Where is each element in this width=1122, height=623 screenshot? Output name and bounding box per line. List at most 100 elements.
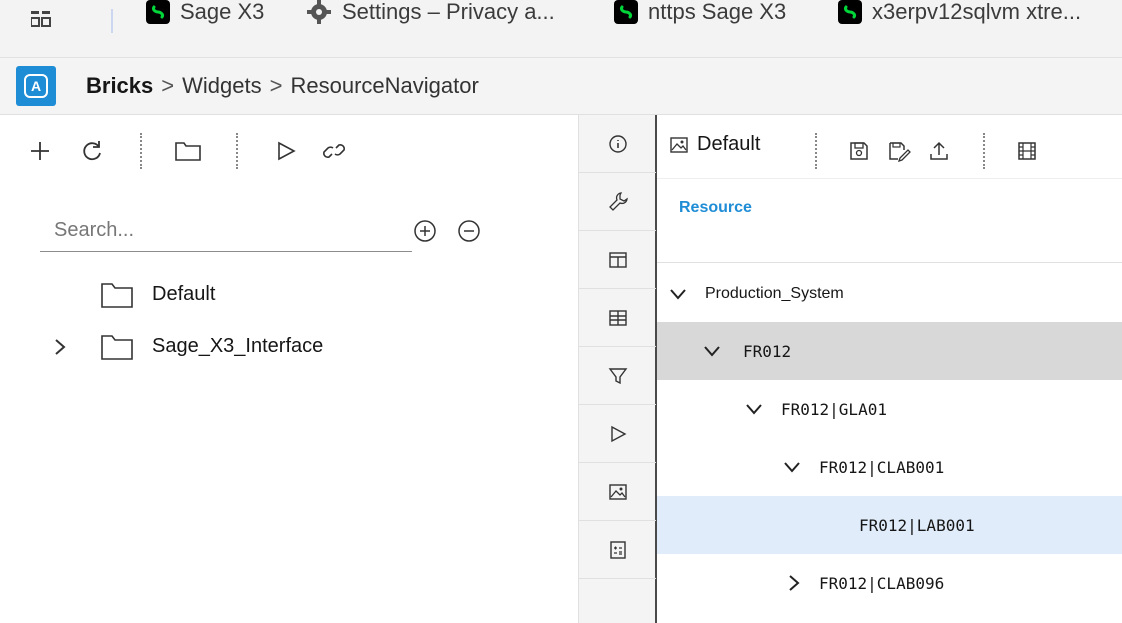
resource-tabs: Resource: [657, 179, 1122, 263]
tool-rail: [578, 115, 657, 623]
folder-icon: [175, 142, 201, 161]
tab-separator: [111, 9, 113, 33]
rail-calculator-button[interactable]: [579, 521, 656, 579]
rail-info-button[interactable]: [579, 115, 656, 173]
resource-row[interactable]: FR012|GLA01: [657, 380, 1122, 438]
upload-icon: [930, 141, 948, 160]
save-button[interactable]: [843, 135, 875, 167]
search-field: [40, 210, 412, 252]
play-icon: [278, 141, 296, 161]
tree-item-label: Sage_X3_Interface: [152, 335, 324, 357]
chevron-down-icon[interactable]: [703, 344, 721, 358]
wrench-icon: [608, 191, 628, 211]
chevron-down-icon[interactable]: [783, 460, 801, 474]
resource-label: FR012|CLAB001: [819, 458, 945, 477]
refresh-icon: [83, 141, 101, 161]
browser-tab-x3erp[interactable]: x3erpv12sqlvm xtre...: [838, 0, 1081, 32]
upload-button[interactable]: [923, 135, 955, 167]
table-icon: [608, 309, 627, 326]
toolbar-divider: [236, 133, 238, 169]
breadcrumb-current: ResourceNavigator: [290, 73, 479, 98]
plus-icon: [31, 142, 49, 160]
tree-item-sage-x3-interface[interactable]: Sage_X3_Interface: [0, 327, 578, 367]
browser-tab-sage[interactable]: Sage X3: [146, 0, 264, 32]
right-panel: Default Resource Production_System FR012…: [657, 115, 1122, 623]
rail-table-button[interactable]: [579, 289, 656, 347]
right-toolbar: Default: [657, 115, 1122, 179]
tab-resource[interactable]: Resource: [679, 199, 752, 217]
calculator-icon: [609, 540, 626, 559]
link-icon: [323, 144, 345, 158]
folder-icon: [101, 283, 133, 308]
expand-all-icon[interactable]: [412, 218, 438, 244]
resource-row[interactable]: FR012|CLAB096: [657, 554, 1122, 612]
info-icon: [608, 134, 627, 153]
save-icon: [850, 142, 868, 160]
app-logo[interactable]: A: [16, 66, 56, 106]
link-button[interactable]: [318, 135, 350, 167]
tree-item-default[interactable]: Default: [0, 275, 578, 315]
gear-icon: [307, 0, 331, 24]
search-input[interactable]: [40, 210, 412, 251]
save-edit-icon: [889, 142, 911, 162]
resource-label: FR012|CLAB096: [819, 574, 945, 593]
tab-label: Settings – Privacy a...: [342, 0, 555, 24]
tab-label: nttps Sage X3: [648, 0, 787, 24]
run-button[interactable]: [270, 135, 302, 167]
toolbar-divider: [983, 133, 985, 169]
add-button[interactable]: [24, 135, 56, 167]
new-folder-button[interactable]: [172, 135, 204, 167]
tab-label: Sage X3: [180, 0, 265, 24]
app-header: A Bricks > Widgets > ResourceNavigator: [0, 58, 1122, 115]
resource-label: FR012: [743, 342, 792, 361]
rail-settings-button[interactable]: [579, 173, 656, 231]
resource-row-highlighted[interactable]: FR012|LAB001: [657, 496, 1122, 554]
refresh-button[interactable]: [76, 135, 108, 167]
rail-more-button[interactable]: [579, 579, 656, 623]
browser-tab-https-sage[interactable]: nttps Sage X3: [614, 0, 786, 32]
filter-icon: [608, 367, 627, 384]
play-icon: [610, 425, 626, 442]
layout-icon: [608, 251, 627, 268]
save-as-button[interactable]: [883, 135, 915, 167]
breadcrumb-separator: >: [269, 73, 283, 98]
app-logo-letter: A: [24, 74, 48, 98]
browser-tab-strip: Sage X3 Settings – Privacy a... nttps Sa…: [0, 0, 1122, 58]
image-icon: [608, 483, 627, 500]
chevron-down-icon[interactable]: [669, 287, 687, 301]
view-selector[interactable]: Default: [669, 133, 760, 156]
breadcrumb: Bricks > Widgets > ResourceNavigator: [86, 73, 479, 99]
rail-filter-button[interactable]: [579, 347, 656, 405]
view-selector-label: Default: [697, 133, 761, 155]
image-icon: [670, 136, 688, 153]
chevron-right-icon[interactable]: [50, 337, 70, 357]
tab-groups-icon[interactable]: [31, 9, 51, 29]
resource-label: FR012|GLA01: [781, 400, 887, 419]
tab-label: x3erpv12sqlvm xtre...: [872, 0, 1082, 24]
breadcrumb-widgets[interactable]: Widgets: [182, 73, 261, 99]
resource-row[interactable]: FR012|CLAB001: [657, 438, 1122, 496]
chevron-down-icon[interactable]: [745, 402, 763, 416]
resource-row[interactable]: Production_System: [657, 265, 1122, 323]
collapse-all-icon[interactable]: [456, 218, 482, 244]
resource-label: FR012|LAB001: [859, 516, 975, 535]
tree-item-label: Default: [152, 283, 216, 305]
browser-tab-settings[interactable]: Settings – Privacy a...: [306, 0, 555, 32]
left-panel: Default Sage_X3_Interface: [0, 115, 578, 623]
rail-image-button[interactable]: [579, 463, 656, 521]
resource-row-selected[interactable]: FR012: [657, 322, 1122, 380]
rail-layout-button[interactable]: [579, 231, 656, 289]
sage-icon: [614, 0, 638, 24]
toolbar-divider: [815, 133, 817, 169]
breadcrumb-separator: >: [161, 73, 175, 98]
toolbar-divider: [140, 133, 142, 169]
more-icon: [608, 598, 628, 618]
breadcrumb-root[interactable]: Bricks: [86, 73, 153, 99]
left-toolbar: [0, 115, 578, 185]
resource-label: Production_System: [705, 285, 844, 302]
rail-run-button[interactable]: [579, 405, 656, 463]
film-button[interactable]: [1011, 135, 1043, 167]
folder-icon: [101, 335, 133, 360]
chevron-right-icon[interactable]: [787, 574, 801, 592]
film-icon: [1018, 142, 1036, 160]
